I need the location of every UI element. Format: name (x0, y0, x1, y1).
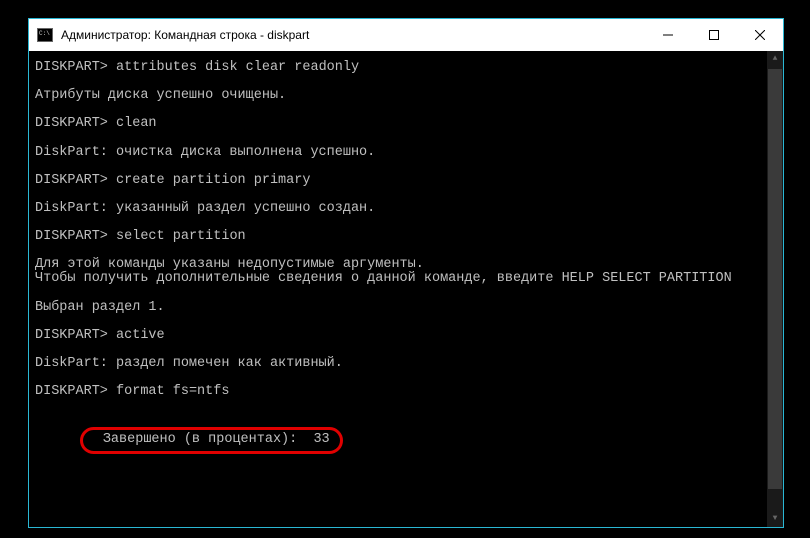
terminal-line: DiskPart: очистка диска выполнена успешн… (35, 146, 777, 160)
maximize-button[interactable] (691, 19, 737, 51)
close-button[interactable] (737, 19, 783, 51)
terminal-line: Чтобы получить дополнительные сведения о… (35, 272, 777, 286)
app-icon (37, 28, 53, 42)
progress-highlight: Завершено (в процентах): 33 (80, 427, 343, 453)
progress-line: Завершено (в процентах): 33 (35, 413, 777, 468)
terminal-line: DISKPART> clean (35, 117, 777, 131)
scrollbar-up-icon[interactable]: ▲ (767, 51, 783, 67)
terminal-line: Выбран раздел 1. (35, 301, 777, 315)
terminal-line: DISKPART> create partition primary (35, 174, 777, 188)
scrollbar-down-icon[interactable]: ▼ (767, 511, 783, 527)
terminal-body[interactable]: DISKPART> attributes disk clear readonly… (29, 51, 783, 527)
terminal-line: DiskPart: указанный раздел успешно созда… (35, 202, 777, 216)
window-title: Администратор: Командная строка - diskpa… (61, 28, 309, 42)
terminal-line: DISKPART> format fs=ntfs (35, 385, 777, 399)
terminal-line: DISKPART> select partition (35, 230, 777, 244)
terminal-window: Администратор: Командная строка - diskpa… (28, 18, 784, 528)
scrollbar-thumb[interactable] (768, 69, 782, 489)
terminal-line: Атрибуты диска успешно очищены. (35, 89, 777, 103)
minimize-button[interactable] (645, 19, 691, 51)
terminal-line: DISKPART> active (35, 329, 777, 343)
titlebar[interactable]: Администратор: Командная строка - diskpa… (29, 19, 783, 51)
terminal-line: DiskPart: раздел помечен как активный. (35, 357, 777, 371)
terminal-line: DISKPART> attributes disk clear readonly (35, 61, 777, 75)
terminal-line: Для этой команды указаны недопустимые ар… (35, 258, 777, 272)
window-controls (645, 19, 783, 51)
scrollbar[interactable]: ▲ ▼ (767, 51, 783, 527)
